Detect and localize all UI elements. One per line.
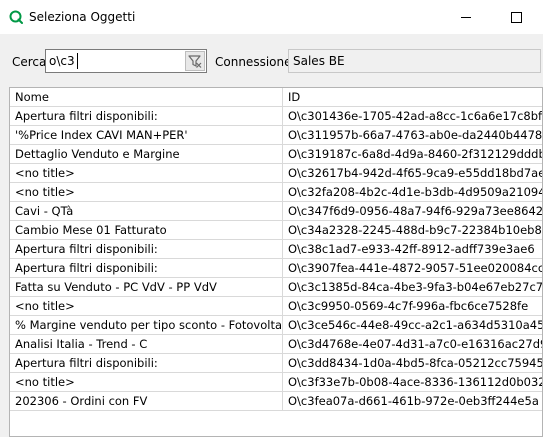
row-name-cell[interactable]: Analisi Italia - Trend - C	[10, 335, 283, 354]
row-name-cell[interactable]: 202306 - Ordini con FV	[10, 392, 283, 411]
row-name-cell[interactable]: <no title>	[10, 373, 283, 392]
column-header-id[interactable]: ID	[283, 88, 542, 107]
row-id-cell[interactable]: O\c347f6d9-0956-48a7-94f6-929a73ee8642	[283, 202, 542, 221]
row-id-cell[interactable]: O\c301436e-1705-42ad-a8cc-1c6a6e17c8bf	[283, 107, 542, 126]
table-row[interactable]: Cambio Mese 01 Fatturato O\c34a2328-2245…	[10, 221, 542, 240]
table-row[interactable]: Apertura filtri disponibili: O\c3dd8434-…	[10, 354, 542, 373]
row-name-cell[interactable]: % Margine venduto per tipo sconto - Foto…	[10, 316, 283, 335]
maximize-icon	[511, 12, 522, 23]
table-row[interactable]: 202306 - Ordini con FV O\c3fea07a-d661-4…	[10, 392, 542, 411]
table-row[interactable]: Cavi - QTà O\c347f6d9-0956-48a7-94f6-929…	[10, 202, 542, 221]
minimize-button[interactable]	[456, 8, 476, 26]
maximize-button[interactable]	[506, 8, 526, 26]
row-id-cell[interactable]: O\c311957b-66a7-4763-ab0e-da2440b44789	[283, 126, 542, 145]
filter-clear-icon	[188, 55, 202, 68]
row-name-cell[interactable]: Dettaglio Venduto e Margine	[10, 145, 283, 164]
filter-button[interactable]	[185, 51, 205, 71]
row-id-cell[interactable]: O\c38c1ad7-e933-42ff-8912-adff739e3ae6	[283, 240, 542, 259]
row-name-cell[interactable]: <no title>	[10, 297, 283, 316]
table-row[interactable]: <no title> O\c32617b4-942d-4f65-9ca9-e55…	[10, 164, 542, 183]
row-name-cell[interactable]: Apertura filtri disponibili:	[10, 240, 283, 259]
table-row[interactable]: Analisi Italia - Trend - C O\c3d4768e-4e…	[10, 335, 542, 354]
search-input[interactable]	[49, 53, 179, 69]
connection-label: Connessione	[215, 55, 292, 69]
minimize-icon	[461, 17, 471, 18]
row-id-cell[interactable]: O\c3ce546c-44e8-49cc-a2c1-a634d5310a45	[283, 316, 542, 335]
table-row[interactable]: <no title> O\c32fa208-4b2c-4d1e-b3db-4d9…	[10, 183, 542, 202]
table-row[interactable]: % Margine venduto per tipo sconto - Foto…	[10, 316, 542, 335]
grid-header: Nome ID	[10, 88, 542, 107]
row-id-cell[interactable]: O\c3c1385d-84ca-4be3-9fa3-b04e67eb27c7	[283, 278, 542, 297]
row-name-cell[interactable]: <no title>	[10, 183, 283, 202]
connection-value: Sales BE	[293, 54, 345, 68]
row-id-cell[interactable]: O\c32617b4-942d-4f65-9ca9-e55dd18bd7ae	[283, 164, 542, 183]
row-id-cell[interactable]: O\c3fea07a-d661-461b-972e-0eb3ff244e5a	[283, 392, 542, 411]
window-title: Seleziona Oggetti	[29, 10, 136, 24]
table-row[interactable]: Apertura filtri disponibili: O\c301436e-…	[10, 107, 542, 126]
row-id-cell[interactable]: O\c3dd8434-1d0a-4bd5-8fca-05212cc75945	[283, 354, 542, 373]
search-label: Cerca	[12, 55, 47, 69]
table-row[interactable]: Fatta su Venduto - PC VdV - PP VdV O\c3c…	[10, 278, 542, 297]
qlik-q-icon	[9, 10, 23, 24]
row-id-cell[interactable]: O\c3d4768e-4e07-4d31-a7c0-e16316ac27d9	[283, 335, 542, 354]
row-id-cell[interactable]: O\c3c9950-0569-4c7f-996a-fbc6ce7528fe	[283, 297, 542, 316]
search-field[interactable]	[45, 49, 207, 73]
row-name-cell[interactable]: Cambio Mese 01 Fatturato	[10, 221, 283, 240]
text-caret	[77, 53, 78, 69]
table-row[interactable]: Apertura filtri disponibili: O\c38c1ad7-…	[10, 240, 542, 259]
title-bar: Seleziona Oggetti	[0, 0, 543, 34]
table-row[interactable]: <no title> O\c3c9950-0569-4c7f-996a-fbc6…	[10, 297, 542, 316]
row-name-cell[interactable]: Apertura filtri disponibili:	[10, 259, 283, 278]
row-id-cell[interactable]: O\c319187c-6a8d-4d9a-8460-2f312129dddb	[283, 145, 542, 164]
row-name-cell[interactable]: Apertura filtri disponibili:	[10, 107, 283, 126]
objects-grid[interactable]: Nome ID Apertura filtri disponibili: O\c…	[9, 87, 543, 437]
row-id-cell[interactable]: O\c34a2328-2245-488d-b9c7-22384b10eb84	[283, 221, 542, 240]
column-header-name[interactable]: Nome	[10, 88, 283, 107]
row-name-cell[interactable]: Cavi - QTà	[10, 202, 283, 221]
table-row[interactable]: Apertura filtri disponibili: O\c3907fea-…	[10, 259, 542, 278]
row-id-cell[interactable]: O\c3f33e7b-0b08-4ace-8336-136112d0b032	[283, 373, 542, 392]
row-name-cell[interactable]: Apertura filtri disponibili:	[10, 354, 283, 373]
connection-field: Sales BE	[288, 49, 541, 73]
row-id-cell[interactable]: O\c32fa208-4b2c-4d1e-b3db-4d9509a21094	[283, 183, 542, 202]
row-name-cell[interactable]: '%Price Index CAVI MAN+PER'	[10, 126, 283, 145]
row-name-cell[interactable]: Fatta su Venduto - PC VdV - PP VdV	[10, 278, 283, 297]
table-row[interactable]: <no title> O\c3f33e7b-0b08-4ace-8336-136…	[10, 373, 542, 392]
row-name-cell[interactable]: <no title>	[10, 164, 283, 183]
table-row[interactable]: '%Price Index CAVI MAN+PER' O\c311957b-6…	[10, 126, 542, 145]
table-row[interactable]: Dettaglio Venduto e Margine O\c319187c-6…	[10, 145, 542, 164]
row-id-cell[interactable]: O\c3907fea-441e-4872-9057-51ee020084cc	[283, 259, 542, 278]
